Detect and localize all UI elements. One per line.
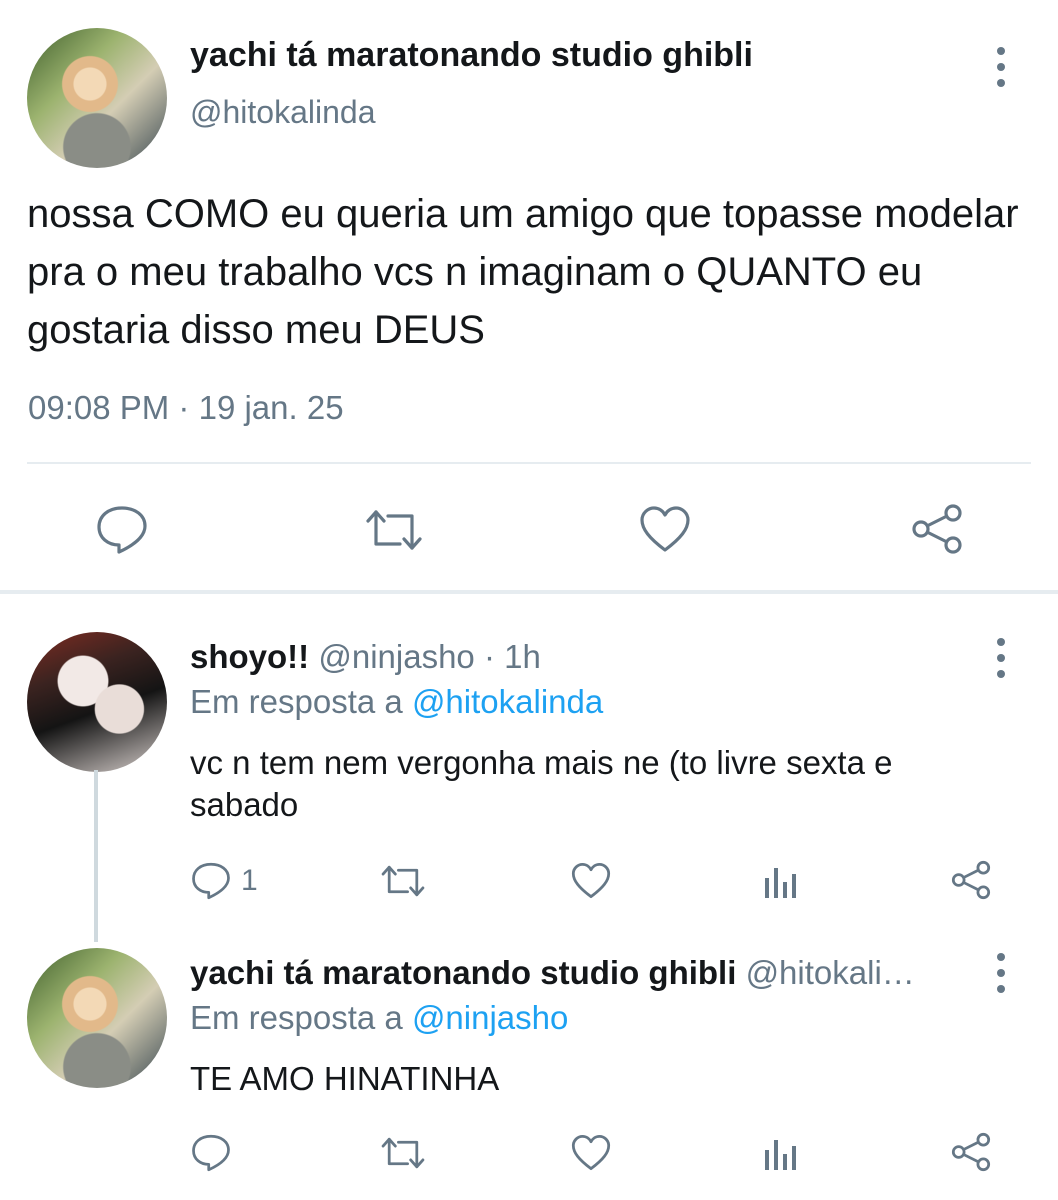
heart-icon — [571, 1134, 611, 1171]
in-reply-prefix: Em resposta a — [190, 683, 403, 720]
retweet-button[interactable] — [364, 508, 424, 552]
reply-button[interactable] — [191, 1134, 231, 1172]
avatar[interactable] — [27, 28, 167, 168]
reply-count: 1 — [241, 864, 258, 897]
tweet-text: nossa COMO eu queria um amigo que topass… — [27, 192, 1019, 352]
more-options-icon[interactable] — [994, 47, 1008, 87]
separator: · — [483, 638, 495, 675]
share-button[interactable] — [950, 1132, 992, 1172]
avatar[interactable] — [27, 632, 167, 772]
reply-button[interactable]: 1 — [191, 862, 258, 900]
handle[interactable]: @ninjasho — [318, 638, 474, 675]
retweet-button[interactable] — [380, 864, 426, 898]
like-button[interactable] — [639, 505, 691, 553]
bar-chart-icon — [765, 868, 796, 898]
speech-bubble-icon — [192, 1134, 230, 1172]
reply-header: shoyo!! @ninjasho · 1h — [190, 638, 541, 676]
like-button[interactable] — [571, 1134, 611, 1171]
tweet-time: 09:08 PM — [28, 389, 170, 426]
date-separator: · — [178, 389, 190, 426]
reply-text: TE AMO HINATINHA — [190, 1060, 500, 1097]
in-reply-to: Em resposta a @ninjasho — [190, 999, 568, 1037]
share-nodes-icon — [951, 860, 991, 900]
more-options-icon[interactable] — [994, 953, 1008, 993]
reply-text: vc n tem nem vergonha mais ne (to livre … — [190, 744, 893, 823]
divider — [27, 462, 1031, 464]
analytics-button[interactable] — [763, 1136, 797, 1170]
tweet-age: 1h — [504, 638, 541, 675]
like-button[interactable] — [571, 862, 611, 899]
thread-line — [94, 770, 98, 942]
mention-link[interactable]: @ninjasho — [412, 999, 568, 1036]
speech-bubble-icon — [192, 862, 230, 900]
retweet-arrows-icon — [381, 865, 425, 897]
more-options-icon[interactable] — [994, 638, 1008, 678]
display-name[interactable]: shoyo!! — [190, 638, 309, 675]
retweet-arrows-icon — [366, 510, 422, 550]
heart-icon — [571, 862, 611, 899]
handle[interactable]: @hitokalinda — [190, 94, 375, 131]
bar-chart-icon — [765, 1140, 796, 1170]
in-reply-to: Em resposta a @hitokalinda — [190, 683, 603, 721]
analytics-button[interactable] — [763, 864, 797, 898]
avatar[interactable] — [27, 948, 167, 1088]
heart-icon — [640, 506, 690, 552]
share-button[interactable] — [950, 860, 992, 900]
handle[interactable]: @hitokali… — [746, 954, 915, 991]
reply-header: yachi tá maratonando studio ghibli @hito… — [190, 954, 915, 992]
speech-bubble-icon — [97, 506, 147, 554]
share-nodes-icon — [912, 504, 962, 554]
share-nodes-icon — [951, 1132, 991, 1172]
display-name[interactable]: yachi tá maratonando studio ghibli — [190, 36, 753, 75]
in-reply-prefix: Em resposta a — [190, 999, 403, 1036]
tweet-timestamp: 09:08 PM · 19 jan. 25 — [28, 389, 344, 427]
share-button[interactable] — [910, 503, 964, 555]
retweet-arrows-icon — [381, 1137, 425, 1169]
section-separator — [0, 590, 1058, 594]
reply-button[interactable] — [96, 505, 148, 555]
display-name[interactable]: yachi tá maratonando studio ghibli — [190, 954, 736, 991]
mention-link[interactable]: @hitokalinda — [412, 683, 603, 720]
tweet-date: 19 jan. 25 — [198, 389, 344, 426]
main-tweet: yachi tá maratonando studio ghibli @hito… — [0, 0, 1058, 590]
retweet-button[interactable] — [380, 1136, 426, 1170]
